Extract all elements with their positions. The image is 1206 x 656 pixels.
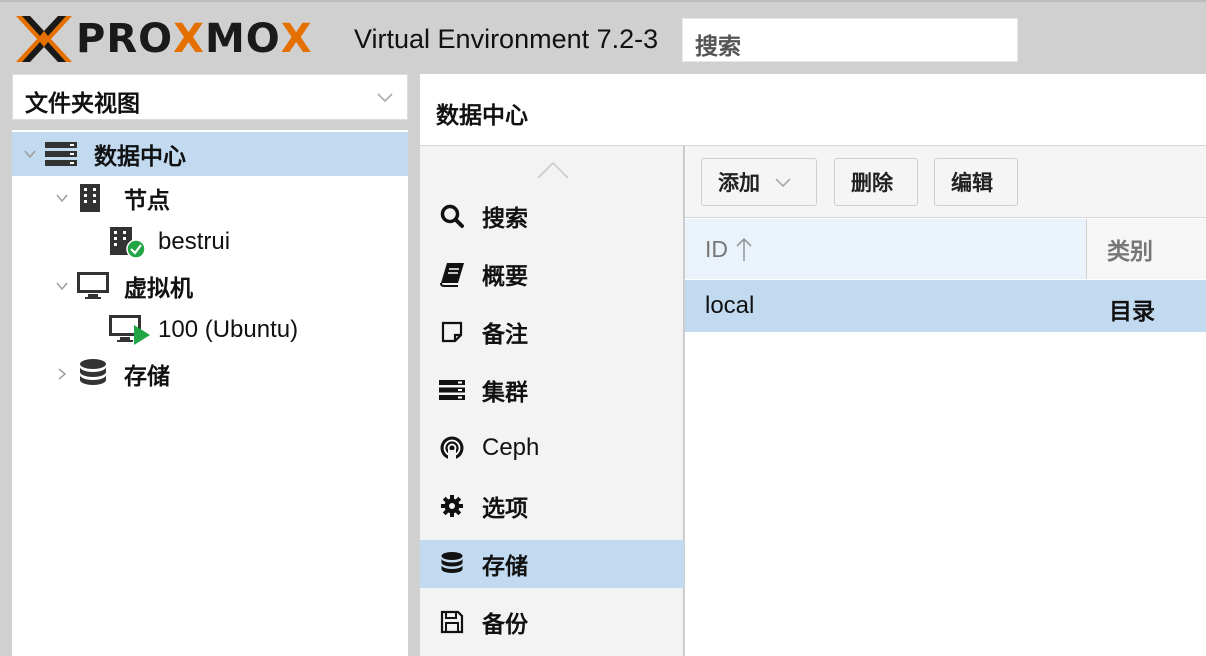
node-online-icon [108,225,148,259]
menu-item-backup[interactable]: 备份 [420,598,684,646]
tree-item-label: 节点 [124,188,170,214]
gear-icon [438,492,466,520]
menu-item-label: 存储 [482,554,528,580]
tree-item-node-bestrui[interactable]: bestrui [12,220,408,264]
column-header-label: ID [705,235,728,262]
search-input[interactable]: 搜索 [682,18,1018,62]
delete-button-label: 删除 [851,171,893,195]
tree-item-storage[interactable]: 存储 [12,352,408,396]
book-icon [438,260,466,288]
database-icon [438,550,466,578]
toolbar: 添加 删除 编辑 [685,146,1206,218]
menu-item-search[interactable]: 搜索 [420,192,684,240]
tree-item-label: 虚拟机 [124,276,193,302]
sort-ascending-icon [736,237,752,261]
menu-item-ceph[interactable]: Ceph [420,424,684,472]
menu-item-label: Ceph [482,434,540,461]
menu-item-label: 搜索 [482,206,528,232]
monitor-icon [76,271,110,301]
tree-item-label: 数据中心 [94,144,186,170]
view-selector-value: 文件夹视图 [25,91,140,117]
tree-item-datacenter[interactable]: 数据中心 [12,132,408,176]
floppy-icon [438,608,466,636]
database-icon [78,358,108,390]
cell-type: 目录 [1109,299,1155,325]
chevron-down-icon [377,93,393,103]
view-selector[interactable]: 文件夹视图 [12,74,408,120]
menu-item-label: 选项 [482,496,528,522]
datacenter-menu: 搜索 概要 备注 集群 Ceph 选项 存储 备份 [420,146,684,656]
expand-icon[interactable] [54,190,70,206]
tree-item-label: 100 (Ubuntu) [158,316,299,343]
menu-item-label: 备份 [482,612,528,638]
logo-x-icon [16,16,72,62]
proxmox-logo[interactable]: PRO X MO X [14,14,313,64]
storage-panel: 添加 删除 编辑 ID 类别 local 目录 [685,146,1206,656]
cell-id: local [705,292,755,319]
tree-item-label: bestrui [158,228,231,255]
page-title: 数据中心 [436,103,528,129]
top-bar: PRO X MO X Virtual Environment 7.2-3 搜索 [0,0,1206,72]
search-icon [438,202,466,230]
datacenter-icon [44,140,78,168]
menu-item-label: 集群 [482,380,528,406]
logo-wordmark: PRO X MO X [76,16,313,62]
expand-icon[interactable] [54,278,70,294]
chevron-down-icon [775,178,791,188]
edit-button-label: 编辑 [951,171,993,195]
vm-running-icon [108,313,152,347]
tree-item-vm-100[interactable]: 100 (Ubuntu) [12,308,408,352]
menu-item-notes[interactable]: 备注 [420,308,684,356]
building-icon [78,183,102,213]
ceph-icon [438,434,466,462]
expand-icon[interactable] [22,146,38,162]
menu-item-summary[interactable]: 概要 [420,250,684,298]
column-header-type[interactable]: 类别 [1087,219,1206,279]
scroll-up-icon[interactable] [536,160,570,180]
expand-icon[interactable] [54,366,70,382]
tree-item-nodes[interactable]: 节点 [12,176,408,220]
menu-item-options[interactable]: 选项 [420,482,684,530]
grid-header: ID 类别 [685,219,1206,279]
tree-item-label: 存储 [124,364,170,390]
tree-item-vms[interactable]: 虚拟机 [12,264,408,308]
add-button[interactable]: 添加 [701,158,817,206]
note-icon [438,318,466,346]
menu-item-label: 备注 [482,322,528,348]
menu-item-label: 概要 [482,264,528,290]
menu-item-cluster[interactable]: 集群 [420,366,684,414]
column-header-id[interactable]: ID [685,219,1087,279]
add-button-label: 添加 [718,171,760,195]
resource-tree: 数据中心 节点 bestrui 虚拟机 100 (Ubuntu) 存储 [12,130,408,656]
menu-item-storage[interactable]: 存储 [420,540,684,588]
panel-header: 数据中心 [420,74,1206,146]
table-row[interactable]: local 目录 [685,280,1206,332]
delete-button[interactable]: 删除 [834,158,918,206]
column-header-label: 类别 [1107,239,1153,265]
server-icon [438,376,466,404]
edit-button[interactable]: 编辑 [934,158,1018,206]
product-version: Virtual Environment 7.2-3 [354,24,659,54]
